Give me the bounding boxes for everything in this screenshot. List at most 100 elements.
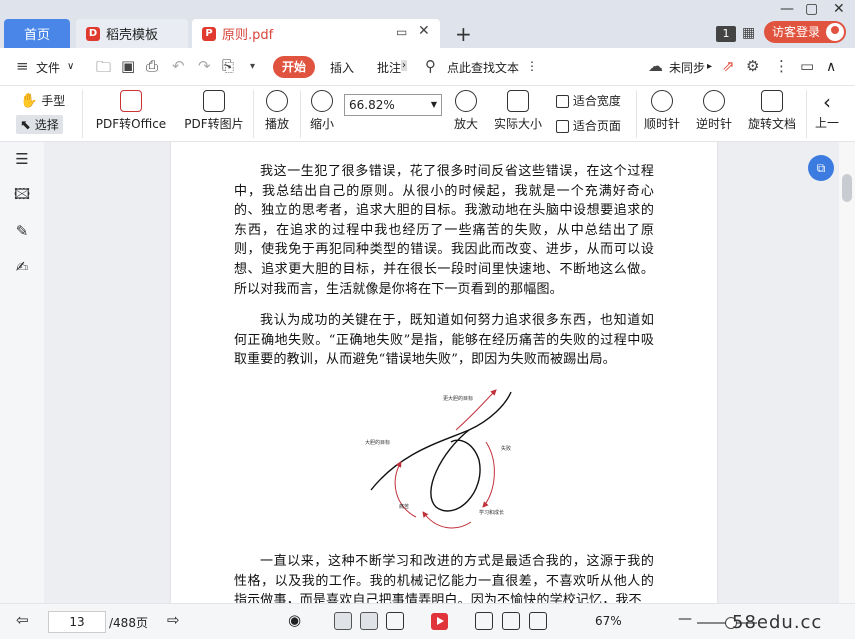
play-button[interactable]: 播放: [262, 90, 292, 132]
minimize-icon[interactable]: —: [780, 1, 794, 17]
principles-diagram: 更大胆的目标 大胆的目标 失败 痛苦 学习和成长: [365, 389, 512, 529]
title-bar: 首页 D 稻壳模板 P 原则.pdf ▭ ✕ + 1 ▦ — ▢ ✕ 访客登录: [0, 0, 855, 48]
diagram-label-left: 大胆的目标: [365, 439, 390, 446]
redo-icon[interactable]: ↷: [198, 57, 211, 75]
sync-status[interactable]: 未同步: [669, 59, 705, 76]
diagram-label-top: 更大胆的目标: [443, 395, 473, 402]
select-tool[interactable]: ⬉ 选择: [16, 115, 63, 134]
guest-login-button[interactable]: 访客登录: [764, 21, 847, 43]
hand-tool[interactable]: ✋ 手型: [20, 92, 65, 109]
signature-icon[interactable]: ✍: [13, 258, 31, 276]
undo-icon[interactable]: ↶: [172, 57, 185, 75]
menu-bar: ≡ 文件 ∨ 🗀 ▣ ⎙ ↶ ↷ ⎘ ▾ 开始 插入 批注 › ⚲ 点此查找文本…: [0, 48, 855, 86]
window-count-badge[interactable]: 1: [716, 26, 736, 42]
sync-dropdown-icon[interactable]: ▸: [707, 61, 712, 72]
tools-icon: ⧉: [816, 161, 826, 175]
scrollbar-thumb[interactable]: [842, 174, 852, 202]
share-icon[interactable]: ⇗: [722, 57, 735, 75]
fit-page-button[interactable]: 适合页面: [556, 117, 621, 134]
chevron-down-icon[interactable]: ∨: [67, 61, 74, 72]
rotate-document-icon: [761, 90, 783, 112]
fit-page-icon: [556, 120, 569, 133]
new-tab-button[interactable]: +: [455, 22, 472, 46]
tab-annotate[interactable]: 批注: [377, 59, 401, 76]
zoom-out-button[interactable]: 缩小: [306, 90, 338, 132]
fit-page-icon[interactable]: [502, 612, 520, 630]
zoom-in-button[interactable]: 放大: [452, 90, 480, 132]
rotate-cw-button[interactable]: 顺时针: [643, 90, 681, 132]
next-page-icon[interactable]: ⇨: [167, 611, 180, 629]
chevron-right-icon[interactable]: ›: [401, 60, 407, 71]
close-window-icon[interactable]: ✕: [833, 1, 845, 17]
current-page: 13: [69, 615, 85, 629]
watermark: 58edu.cc: [732, 612, 823, 633]
tab-home[interactable]: 首页: [4, 19, 70, 48]
pdf-to-word-icon: [120, 90, 142, 112]
maximize-icon[interactable]: ▢: [805, 1, 818, 17]
open-folder-icon[interactable]: 🗀: [96, 57, 111, 82]
tile-windows-icon[interactable]: ▦: [742, 25, 755, 41]
more-dropdown-icon[interactable]: ▾: [250, 61, 255, 72]
more-vertical-icon[interactable]: ⋮: [526, 59, 538, 73]
search-box[interactable]: 点此查找文本: [447, 59, 519, 76]
print-icon[interactable]: ⎙: [146, 57, 158, 75]
fit-page-label: 适合页面: [572, 119, 621, 133]
actual-size-button[interactable]: 实际大小: [492, 90, 544, 132]
thumbnail-icon[interactable]: 🖾: [13, 185, 31, 203]
continuous-view-icon[interactable]: [360, 612, 378, 630]
actual-size-icon[interactable]: [475, 612, 493, 630]
hamburger-menu-icon[interactable]: ≡: [16, 57, 29, 75]
zoom-percentage[interactable]: 67%: [595, 614, 622, 628]
smart-tools-float-button[interactable]: ⧉: [808, 155, 834, 181]
double-page-view-icon[interactable]: [386, 612, 404, 630]
tab-insert[interactable]: 插入: [330, 59, 354, 76]
tab-start[interactable]: 开始: [273, 56, 315, 78]
diagram-label-bottom-right: 学习和成长: [479, 509, 504, 516]
rotate-cw-label: 顺时针: [643, 117, 680, 131]
play-label: 播放: [264, 117, 289, 131]
paragraph-1: 我这一生犯了很多错误，花了很多时间反省这些错误，在这个过程中，我总结出自己的原则…: [234, 164, 654, 297]
eye-protection-icon[interactable]: ◉: [288, 611, 301, 629]
hand-tool-label: 手型: [41, 94, 66, 108]
fit-width-button[interactable]: 适合宽度: [556, 92, 621, 109]
outline-icon[interactable]: ☰: [13, 150, 31, 168]
close-tab-icon[interactable]: ✕: [418, 23, 430, 39]
rotate-document-button[interactable]: 旋转文档: [746, 90, 798, 132]
single-page-view-icon[interactable]: [334, 612, 352, 630]
divider: [636, 90, 637, 138]
prev-page-icon[interactable]: ⇦: [16, 611, 29, 629]
tab-document-label: 原则.pdf: [222, 28, 274, 43]
diagram-label-right: 失败: [501, 445, 511, 452]
play-slideshow-icon[interactable]: [431, 613, 448, 630]
theme-icon[interactable]: ▭: [800, 57, 814, 75]
tab-template-label: 稻壳模板: [106, 28, 159, 43]
settings-icon[interactable]: ⚙: [746, 57, 759, 75]
collapse-ribbon-icon[interactable]: ∧: [826, 59, 836, 75]
zoom-out-icon: [311, 90, 333, 112]
tab-document[interactable]: P 原则.pdf ▭ ✕: [192, 19, 440, 48]
zoom-in-label: 放大: [453, 117, 478, 131]
search-icon[interactable]: ⚲: [425, 57, 436, 75]
pdf-to-image-button[interactable]: PDF转图片: [182, 90, 246, 132]
pdf-to-office-label: PDF转Office: [95, 117, 167, 131]
annotation-icon[interactable]: ✎: [13, 222, 31, 240]
document-viewer[interactable]: 我这一生犯了很多错误，花了很多时间反省这些错误，在这个过程中，我总结出自己的原则…: [44, 142, 839, 603]
pdf-page[interactable]: 我这一生犯了很多错误，花了很多时间反省这些错误，在这个过程中，我总结出自己的原则…: [171, 142, 717, 603]
zoom-select[interactable]: 66.82% ▼: [344, 94, 442, 116]
previous-button[interactable]: ‹ 上一: [815, 90, 851, 131]
page-number-input[interactable]: 13: [48, 611, 106, 633]
window-restore-icon[interactable]: ▭: [396, 25, 407, 39]
more-vertical-icon[interactable]: ⋮: [774, 57, 789, 75]
divider: [806, 90, 807, 138]
cloud-sync-icon[interactable]: ☁: [648, 57, 663, 75]
pdf-to-office-button[interactable]: PDF转Office: [92, 90, 170, 132]
export-icon[interactable]: ⎘: [222, 57, 234, 75]
tab-template[interactable]: D 稻壳模板: [76, 19, 188, 48]
file-menu[interactable]: 文件: [36, 59, 60, 76]
fit-width-icon[interactable]: [529, 612, 547, 630]
save-icon[interactable]: ▣: [121, 57, 135, 75]
rotate-ccw-button[interactable]: 逆时针: [695, 90, 733, 132]
vertical-scrollbar[interactable]: [839, 142, 855, 603]
pdf-to-image-label: PDF转图片: [184, 117, 244, 131]
zoom-out-minus-icon[interactable]: —: [678, 611, 692, 627]
